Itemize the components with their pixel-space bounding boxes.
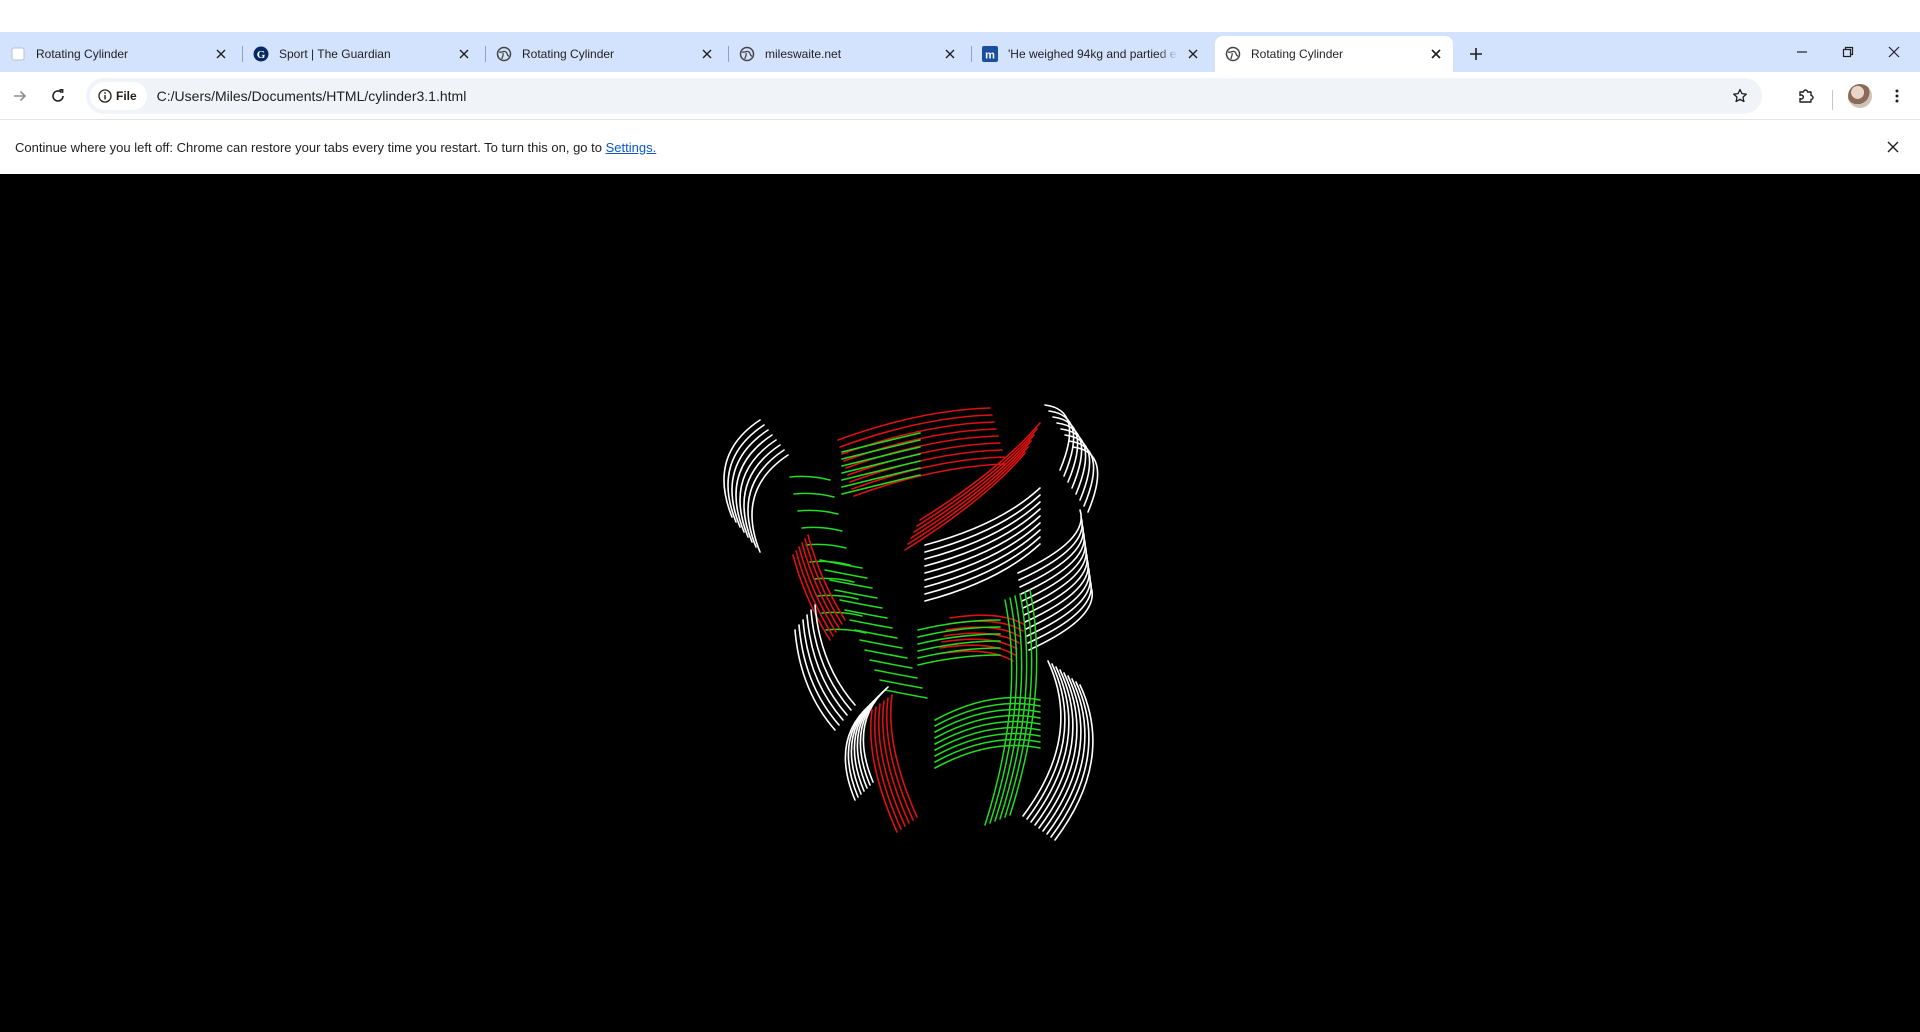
svg-text:G: G xyxy=(257,49,266,61)
toolbar: File C:/Users/Miles/Documents/HTML/cylin… xyxy=(0,72,1920,120)
page-icon xyxy=(10,46,26,62)
minimize-icon xyxy=(1797,51,1807,53)
globe-icon xyxy=(739,46,755,62)
close-icon xyxy=(1887,141,1899,153)
tab-title: Rotating Cylinder xyxy=(1251,47,1344,61)
site-info-chip[interactable]: File xyxy=(90,82,147,110)
globe-icon xyxy=(496,46,512,62)
url-text[interactable]: C:/Users/Miles/Documents/HTML/cylinder3.… xyxy=(157,88,467,104)
reload-button[interactable] xyxy=(42,80,74,112)
close-icon[interactable] xyxy=(1184,45,1202,63)
new-tab-button[interactable] xyxy=(1462,40,1490,68)
tab-title: Sport | The Guardian xyxy=(279,47,391,61)
puzzle-icon xyxy=(1799,89,1814,103)
tab-title: mileswaite.net xyxy=(765,47,842,61)
infobar-text: Continue where you left off: Chrome can … xyxy=(15,139,602,155)
infobar-message: Continue where you left off: Chrome can … xyxy=(15,140,656,155)
rotating-cylinder-canvas[interactable] xyxy=(0,174,1920,1032)
infobar-close-button[interactable] xyxy=(1880,134,1906,160)
page-viewport xyxy=(0,174,1920,1032)
close-icon[interactable] xyxy=(212,45,230,63)
settings-link[interactable]: Settings. xyxy=(606,140,657,155)
tab-strip: Rotating Cylinder G Sport | The Guardian… xyxy=(0,32,1920,72)
tab-rotating-cylinder-1[interactable]: Rotating Cylinder xyxy=(0,36,238,72)
tab-rotating-cylinder-2[interactable]: Rotating Cylinder xyxy=(486,36,724,72)
restore-icon xyxy=(1842,46,1854,58)
close-icon[interactable] xyxy=(698,45,716,63)
plus-icon xyxy=(1470,48,1482,60)
bookmark-button[interactable] xyxy=(1724,80,1756,112)
menu-button[interactable] xyxy=(1881,80,1913,112)
close-icon[interactable] xyxy=(1427,45,1445,63)
tab-sport-guardian[interactable]: G Sport | The Guardian xyxy=(243,36,481,72)
canvas-background xyxy=(0,174,1920,1032)
svg-text:m: m xyxy=(985,50,995,62)
tab-title: Rotating Cylinder xyxy=(36,47,129,61)
extensions-button[interactable] xyxy=(1790,80,1822,112)
close-icon xyxy=(1888,46,1900,58)
arrow-right-icon xyxy=(14,90,27,102)
minimize-button[interactable] xyxy=(1779,32,1825,72)
star-icon xyxy=(1733,88,1747,103)
window-close-button[interactable] xyxy=(1871,32,1917,72)
tab-rotating-cylinder-active[interactable]: Rotating Cylinder xyxy=(1215,36,1453,72)
globe-icon xyxy=(1225,46,1241,62)
toolbar-divider xyxy=(1832,90,1833,110)
reload-icon xyxy=(52,89,64,102)
tab-title: 'He weighed 94kg and partied e xyxy=(1008,47,1177,61)
news-m-icon: m xyxy=(982,46,998,62)
tab-news-article[interactable]: m 'He weighed 94kg and partied e xyxy=(972,36,1210,72)
restore-tabs-infobar: Continue where you left off: Chrome can … xyxy=(0,120,1920,174)
chip-label: File xyxy=(116,89,137,103)
info-icon xyxy=(98,89,112,103)
tab-title: Rotating Cylinder xyxy=(522,47,615,61)
profile-avatar[interactable] xyxy=(1848,84,1872,108)
restore-button[interactable] xyxy=(1825,32,1871,72)
kebab-menu-icon xyxy=(1895,89,1899,103)
tab-mileswaite[interactable]: mileswaite.net xyxy=(729,36,967,72)
address-bar[interactable]: File C:/Users/Miles/Documents/HTML/cylin… xyxy=(86,78,1762,114)
forward-button[interactable] xyxy=(4,80,36,112)
close-icon[interactable] xyxy=(941,45,959,63)
guardian-icon: G xyxy=(253,46,269,62)
browser-window: Rotating Cylinder G Sport | The Guardian… xyxy=(0,0,1920,1032)
close-icon[interactable] xyxy=(455,45,473,63)
